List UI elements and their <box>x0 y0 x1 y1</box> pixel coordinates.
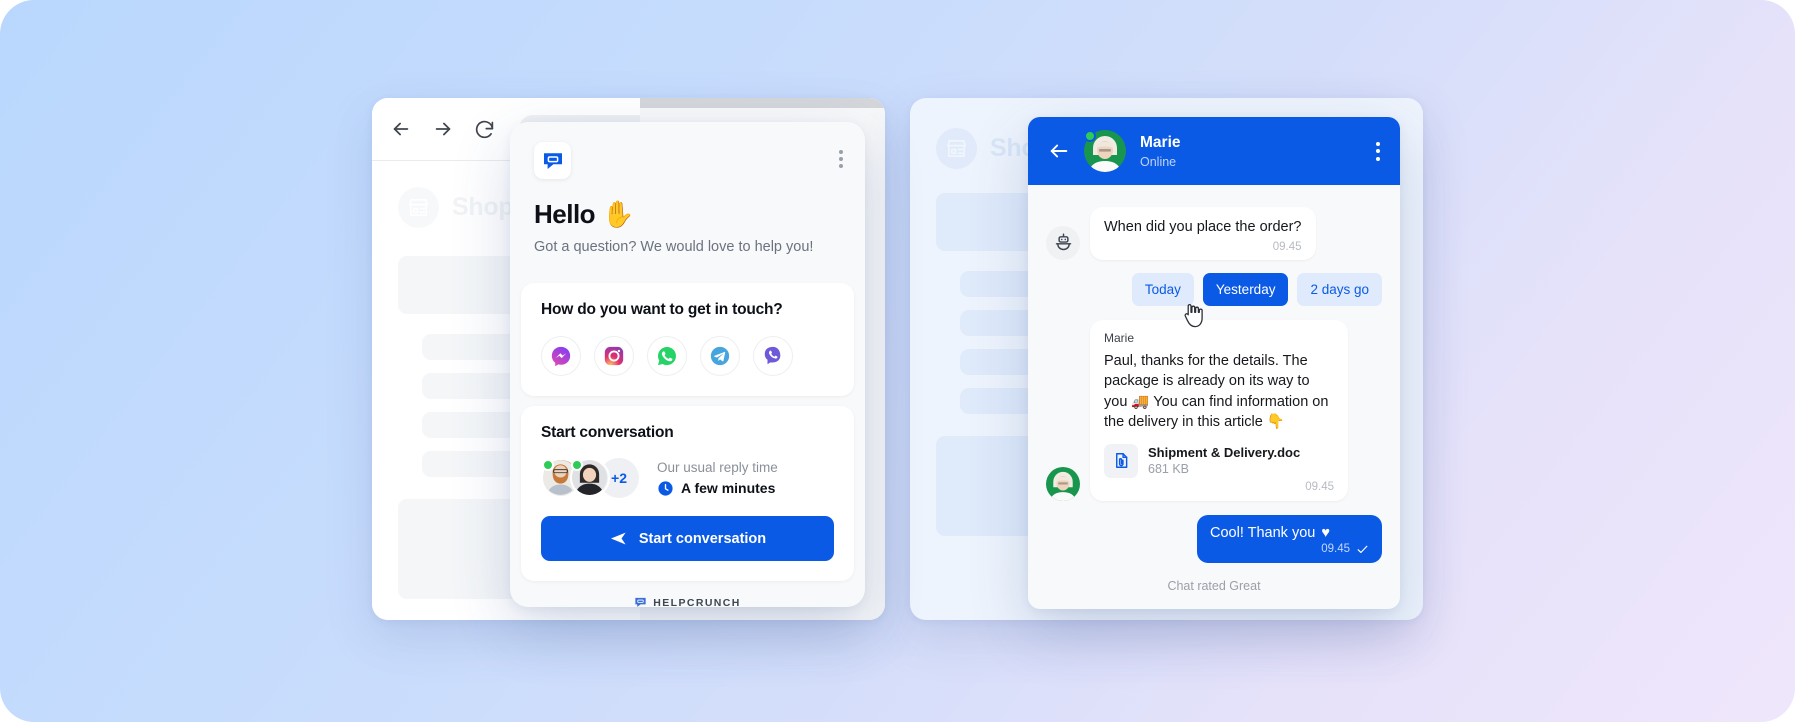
avatar <box>1046 466 1080 501</box>
robot-icon <box>1046 225 1080 260</box>
user-message-bubble: Cool! Thank you ♥ 09.45 <box>1197 514 1382 563</box>
kebab-menu-icon[interactable] <box>1376 141 1380 161</box>
start-conversation-button-label: Start conversation <box>638 530 767 547</box>
user-message-row: Cool! Thank you ♥ <box>1210 525 1369 541</box>
check-icon <box>1357 545 1368 553</box>
quick-replies: Today Yesterday 2 days go <box>1046 272 1382 327</box>
reply-time-value-row: A few minutes <box>657 480 778 497</box>
send-icon <box>610 532 626 545</box>
messenger-icon[interactable] <box>541 336 581 376</box>
wave-hand-emoji: ✋ <box>602 199 634 229</box>
chat-panel: Marie Online When did you place the orde… <box>1028 117 1400 609</box>
instagram-icon[interactable] <box>594 336 634 376</box>
storefront-icon <box>398 187 439 228</box>
bot-message-row: When did you place the order? 09.45 <box>1046 207 1382 260</box>
page-root: Shop Shop Hello ✋ Got a question? We wou… <box>0 0 1795 722</box>
widget-header: Hello ✋ Got a question? We would love to… <box>510 122 865 273</box>
agent-message-row: Marie Paul, thanks for the details. The … <box>1046 319 1382 501</box>
start-conversation-title: Start conversation <box>541 424 674 441</box>
online-indicator <box>1084 130 1096 142</box>
helpcrunch-chat-icon <box>534 142 571 179</box>
whatsapp-icon[interactable] <box>647 336 687 376</box>
reply-time-block: Our usual reply time A few minutes <box>657 460 778 497</box>
reload-icon[interactable] <box>474 119 495 140</box>
helpcrunch-widget: Hello ✋ Got a question? We would love to… <box>510 122 865 607</box>
chat-messages: When did you place the order? 09.45 Toda… <box>1028 185 1400 609</box>
footer-brand: HELPCRUNCH <box>653 596 741 608</box>
arrow-left-icon[interactable] <box>390 118 412 140</box>
chat-agent-name: Marie <box>1140 134 1181 152</box>
file-attachment[interactable]: Shipment & Delivery.doc 681 KB <box>1104 443 1334 478</box>
quick-reply-2-days-go[interactable]: 2 days go <box>1297 272 1382 306</box>
reply-time-label: Our usual reply time <box>657 459 778 475</box>
helpcrunch-logo-icon <box>635 597 646 607</box>
arrow-right-icon[interactable] <box>432 118 454 140</box>
start-conversation-card: Start conversation +2 Our usual reply ti… <box>521 406 854 581</box>
online-indicator <box>571 459 583 471</box>
user-message-meta: 09.45 <box>1210 543 1369 556</box>
file-name: Shipment & Delivery.doc <box>1148 445 1301 461</box>
agent-message-text: Paul, thanks for the details. The packag… <box>1104 352 1329 431</box>
kebab-menu-icon[interactable] <box>839 150 843 168</box>
agent-message-bubble: Marie Paul, thanks for the details. The … <box>1090 319 1348 501</box>
quick-reply-today[interactable]: Today <box>1131 272 1194 306</box>
agents-row: +2 Our usual reply time A few minutes <box>541 458 834 498</box>
channels-card: How do you want to get in touch? <box>521 283 854 396</box>
channels-title: How do you want to get in touch? <box>541 301 783 318</box>
reply-time-value: A few minutes <box>681 480 776 496</box>
agent-message-sender: Marie <box>1104 330 1135 345</box>
telegram-icon[interactable] <box>700 336 740 376</box>
start-conversation-button[interactable]: Start conversation <box>541 516 834 561</box>
chat-agent-info: Marie Online <box>1140 133 1181 168</box>
quick-reply-yesterday[interactable]: Yesterday <box>1202 272 1289 306</box>
user-message-time: 09.45 <box>1321 543 1350 556</box>
widget-footer: HELPCRUNCH <box>510 581 865 607</box>
channel-list <box>541 336 834 376</box>
chat-rating-text: Chat rated Great <box>1167 578 1261 593</box>
agent-avatars: +2 <box>541 458 639 498</box>
avatar <box>1084 130 1126 172</box>
agent-message-time: 09.45 <box>1305 480 1334 493</box>
bot-message-bubble: When did you place the order? 09.45 <box>1090 207 1316 260</box>
heart-emoji: ♥ <box>1321 524 1330 541</box>
online-indicator <box>542 459 554 471</box>
document-attachment-icon <box>1104 443 1138 478</box>
file-size: 681 KB <box>1148 462 1190 477</box>
greeting-text: Hello <box>534 199 596 229</box>
bot-message-time: 09.45 <box>1272 240 1302 253</box>
chat-agent-status: Online <box>1140 154 1177 169</box>
chat-header: Marie Online <box>1028 117 1400 185</box>
widget-subtitle: Got a question? We would love to help yo… <box>534 239 814 255</box>
viber-icon[interactable] <box>753 336 793 376</box>
storefront-icon <box>936 128 977 169</box>
bot-message-text: When did you place the order? <box>1104 219 1302 235</box>
file-info: Shipment & Delivery.doc 681 KB <box>1148 445 1300 476</box>
user-message-text: Cool! Thank you <box>1210 524 1316 541</box>
widget-greeting: Hello ✋ <box>534 199 841 230</box>
site-name: Shop <box>452 193 514 221</box>
avatar <box>570 458 610 498</box>
arrow-left-icon[interactable] <box>1048 140 1070 162</box>
clock-icon <box>658 480 673 496</box>
